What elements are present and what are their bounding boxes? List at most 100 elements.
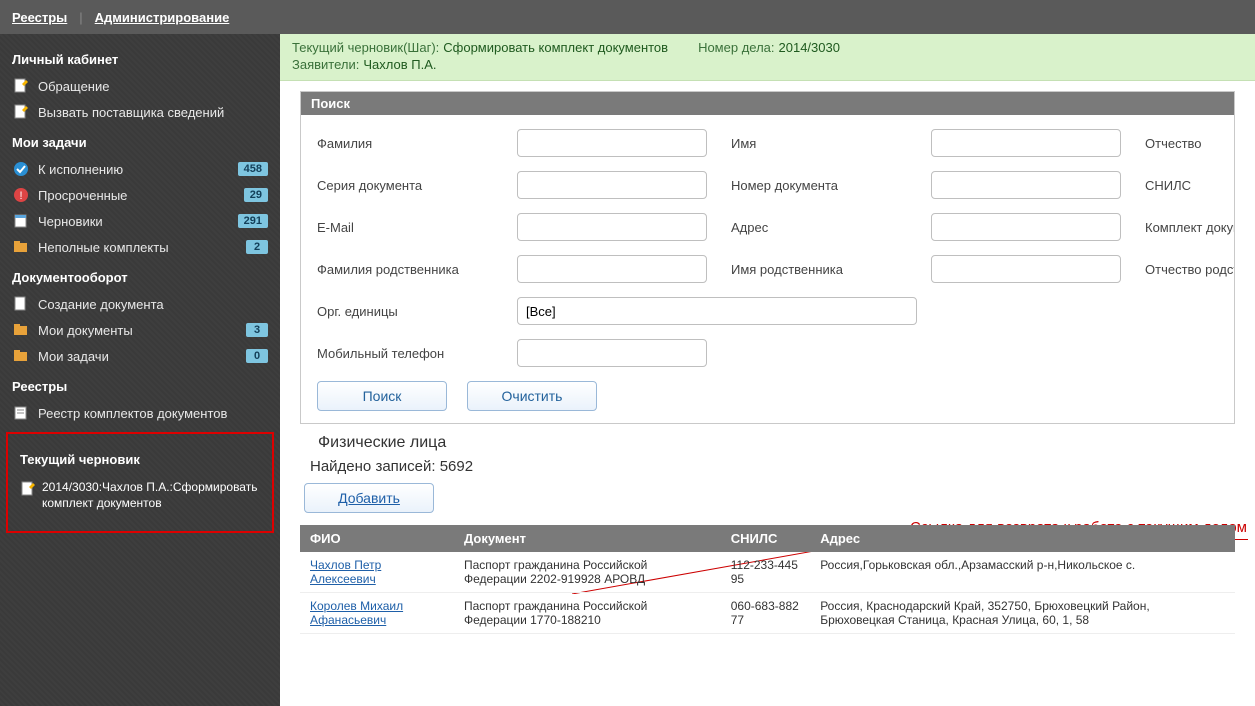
svg-text:!: ! — [19, 190, 22, 202]
top-nav: Реестры | Администрирование — [0, 0, 1255, 34]
doc-number-input[interactable] — [931, 171, 1121, 199]
person-link[interactable]: Королев Михаил Афанасьевич — [310, 599, 403, 627]
sidebar-item-my-docs[interactable]: Мои документы 3 — [0, 317, 280, 343]
snils-cell: 112-233-445 95 — [721, 552, 810, 593]
check-circle-icon — [12, 161, 30, 177]
doc-cell: Паспорт гражданина Российской Федерации … — [454, 552, 721, 593]
sidebar-item-todo[interactable]: К исполнению 458 — [0, 156, 280, 182]
patronymic-label: Отчество — [1145, 136, 1202, 151]
sidebar-item-label: Неполные комплекты — [38, 240, 246, 255]
add-button[interactable]: Добавить — [304, 483, 434, 513]
new-document-icon — [12, 296, 30, 312]
count-badge: 458 — [238, 162, 268, 176]
phone-label: Мобильный телефон — [317, 346, 517, 361]
address-label: Адрес — [731, 220, 931, 235]
addr-cell: Россия, Краснодарский Край, 352750, Брюх… — [810, 593, 1235, 634]
clear-button[interactable]: Очистить — [467, 381, 597, 411]
col-fio[interactable]: ФИО — [300, 525, 454, 552]
table-row: Королев Михаил Афанасьевич Паспорт гражд… — [300, 593, 1235, 634]
sidebar: Личный кабинет Обращение Вызвать поставщ… — [0, 34, 280, 706]
section-registries: Реестры — [0, 369, 280, 400]
rel-name-input[interactable] — [931, 255, 1121, 283]
phone-input[interactable] — [517, 339, 707, 367]
nav-separator: | — [79, 10, 82, 25]
step-label: Текущий черновик(Шаг): — [292, 40, 439, 55]
surname-input[interactable] — [517, 129, 707, 157]
document-edit-icon — [12, 78, 30, 94]
doc-series-input[interactable] — [517, 171, 707, 199]
snils-cell: 060-683-882 77 — [721, 593, 810, 634]
rel-surname-input[interactable] — [517, 255, 707, 283]
results-section: Физические лица Найдено записей: 5692 До… — [300, 434, 1235, 634]
registry-icon — [12, 405, 30, 421]
doc-series-label: Серия документа — [317, 178, 517, 193]
results-count: Найдено записей: 5692 — [310, 458, 1235, 475]
section-current-draft: Текущий черновик — [14, 442, 266, 473]
count-badge: 2 — [246, 240, 268, 254]
col-doc[interactable]: Документ — [454, 525, 721, 552]
name-label: Имя — [731, 136, 931, 151]
col-addr[interactable]: Адрес — [810, 525, 1235, 552]
sidebar-item-registry-docs[interactable]: Реестр комплектов документов — [0, 400, 280, 426]
addr-cell: Россия,Горьковская обл.,Арзамасский р-н,… — [810, 552, 1235, 593]
folder-warning-icon — [12, 239, 30, 255]
sidebar-item-incomplete[interactable]: Неполные комплекты 2 — [0, 234, 280, 260]
count-badge: 0 — [246, 349, 268, 363]
col-snils[interactable]: СНИЛС — [721, 525, 810, 552]
case-number-value: 2014/3030 — [779, 40, 840, 55]
sidebar-item-label: Мои документы — [38, 323, 246, 338]
sidebar-item-label: Вызвать поставщика сведений — [38, 105, 268, 120]
doc-cell: Паспорт гражданина Российской Федерации … — [454, 593, 721, 634]
org-units-select[interactable]: [Все] — [517, 297, 917, 325]
sidebar-item-label: К исполнению — [38, 162, 238, 177]
table-row: Чахлов Петр Алексеевич Паспорт гражданин… — [300, 552, 1235, 593]
section-cabinet: Личный кабинет — [0, 42, 280, 73]
folder-tasks-icon — [12, 348, 30, 364]
email-input[interactable] — [517, 213, 707, 241]
current-draft-box: Текущий черновик 2014/3030:Чахлов П.А.:С… — [6, 432, 274, 533]
folder-icon — [12, 322, 30, 338]
draft-document-icon — [20, 481, 36, 501]
doc-number-label: Номер документа — [731, 178, 931, 193]
document-edit-icon — [12, 104, 30, 120]
draft-icon — [12, 213, 30, 229]
address-input[interactable] — [931, 213, 1121, 241]
sidebar-item-overdue[interactable]: ! Просроченные 29 — [0, 182, 280, 208]
sidebar-item-create-doc[interactable]: Создание документа — [0, 291, 280, 317]
sidebar-item-label: Создание документа — [38, 297, 268, 312]
surname-label: Фамилия — [317, 136, 517, 151]
sidebar-item-label: Просроченные — [38, 188, 244, 203]
sidebar-item-label: Черновики — [38, 214, 238, 229]
search-panel: Поиск Фамилия Имя Отчество Серия докумен… — [300, 91, 1235, 424]
results-title: Физические лица — [318, 434, 1235, 452]
search-button[interactable]: Поиск — [317, 381, 447, 411]
snils-label: СНИЛС — [1145, 178, 1191, 193]
komplekt-label: Комплект докум — [1145, 220, 1234, 235]
section-docflow: Документооборот — [0, 260, 280, 291]
search-panel-title: Поиск — [301, 92, 1234, 115]
sidebar-item-my-tasks[interactable]: Мои задачи 0 — [0, 343, 280, 369]
rel-name-label: Имя родственника — [731, 262, 931, 277]
count-badge: 29 — [244, 188, 268, 202]
section-tasks: Мои задачи — [0, 125, 280, 156]
sidebar-item-appeal[interactable]: Обращение — [0, 73, 280, 99]
nav-admin[interactable]: Администрирование — [95, 10, 230, 25]
rel-surname-label: Фамилия родственника — [317, 262, 517, 277]
draft-item-text: 2014/3030:Чахлов П.А.:Сформировать компл… — [42, 479, 260, 511]
nav-registries[interactable]: Реестры — [12, 10, 67, 25]
count-badge: 3 — [246, 323, 268, 337]
email-label: E-Mail — [317, 220, 517, 235]
warning-icon: ! — [12, 187, 30, 203]
sidebar-item-label: Мои задачи — [38, 349, 246, 364]
person-link[interactable]: Чахлов Петр Алексеевич — [310, 558, 381, 586]
applicants-label: Заявители: — [292, 57, 359, 72]
case-number-label: Номер дела: — [698, 40, 774, 55]
main-content: Текущий черновик(Шаг): Сформировать комп… — [280, 34, 1255, 706]
applicants-value: Чахлов П.А. — [363, 57, 436, 72]
rel-patronymic-label: Отчество родст — [1145, 262, 1234, 277]
current-draft-link[interactable]: 2014/3030:Чахлов П.А.:Сформировать компл… — [14, 473, 266, 517]
sidebar-item-request-provider[interactable]: Вызвать поставщика сведений — [0, 99, 280, 125]
sidebar-item-label: Обращение — [38, 79, 268, 94]
name-input[interactable] — [931, 129, 1121, 157]
sidebar-item-drafts[interactable]: Черновики 291 — [0, 208, 280, 234]
